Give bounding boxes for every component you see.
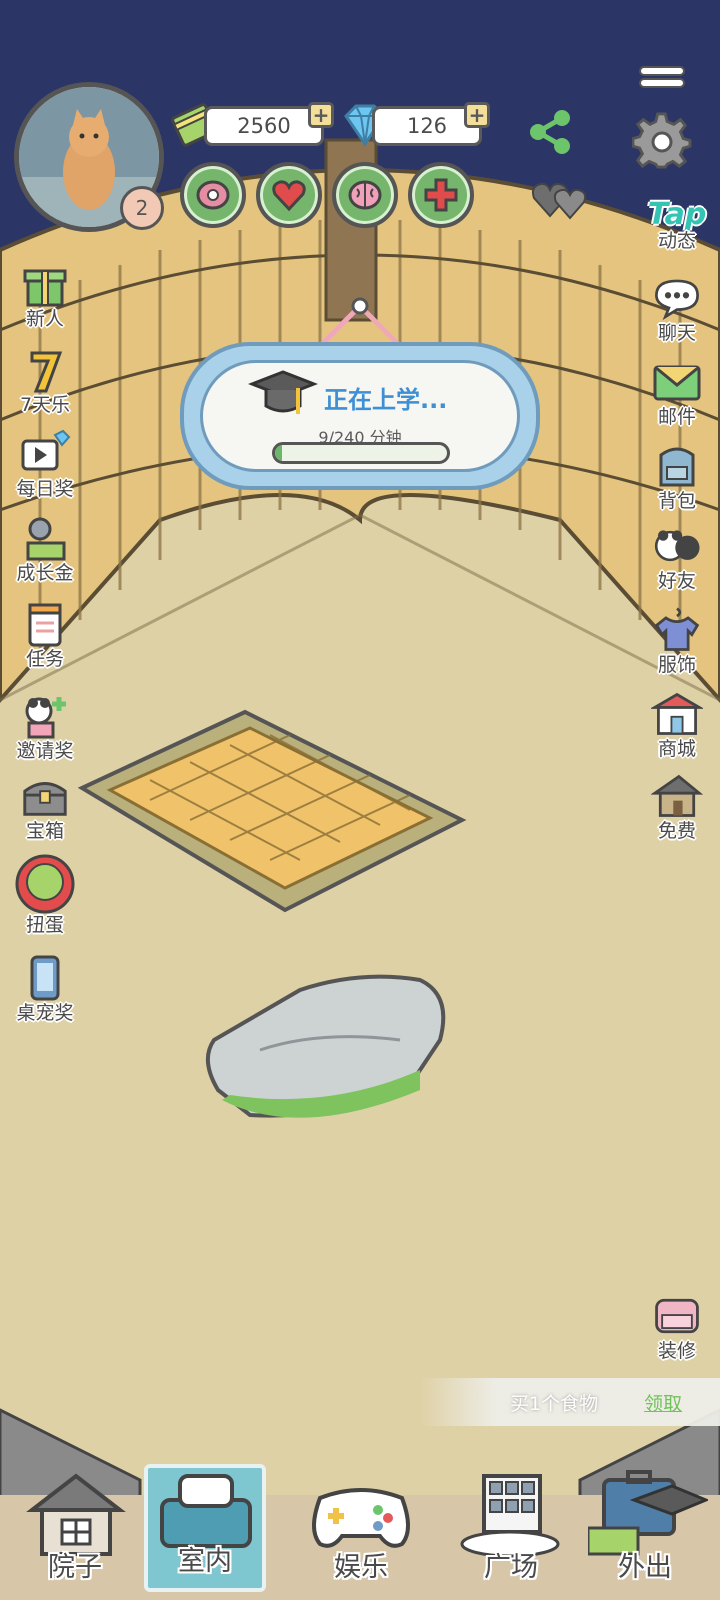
daily-reward-label: 每日奖 — [16, 478, 74, 500]
backpack-button[interactable]: 背包 — [640, 440, 714, 512]
seven-days-icon — [19, 344, 71, 396]
clothing-icon — [651, 604, 703, 656]
daily-reward-button[interactable]: 每日奖 — [8, 428, 82, 500]
growth-fund-label: 成长金 — [16, 562, 74, 584]
shop-icon — [651, 688, 703, 740]
task-clipboard-icon — [19, 598, 71, 650]
nav-indoor[interactable]: 室内 — [140, 1464, 270, 1594]
gacha-label: 扭蛋 — [25, 914, 64, 936]
money-value: 2560 — [237, 114, 291, 138]
nav-entertainment[interactable]: 娱乐 — [296, 1470, 426, 1600]
mail-label: 邮件 — [657, 406, 696, 428]
nav-plaza[interactable]: 广场 — [446, 1470, 576, 1600]
level-badge: 2 — [120, 186, 164, 230]
invite-reward-button[interactable]: 邀请奖 — [8, 690, 82, 762]
mail-icon — [651, 356, 703, 408]
free-reward-label: 免费 — [657, 820, 696, 842]
desktop-pet-icon — [19, 952, 71, 1004]
chat-label: 聊天 — [657, 322, 696, 344]
reward-text: 买1个食物 — [510, 1392, 599, 1415]
nav-outing[interactable]: 外出 — [580, 1470, 710, 1600]
school-progress-bar — [272, 442, 450, 464]
money-display: 2560 — [204, 106, 324, 146]
newbie-gift-button[interactable]: 新人 — [8, 258, 82, 330]
gacha-icon — [13, 852, 77, 916]
gacha-button[interactable]: 扭蛋 — [8, 852, 82, 936]
gift-icon — [19, 258, 71, 310]
mood-stat-button[interactable] — [256, 162, 322, 228]
treasure-chest-label: 宝箱 — [25, 820, 64, 842]
intelligence-stat-button[interactable] — [332, 162, 398, 228]
nav-yard-label: 院子 — [48, 1552, 102, 1583]
room-scene — [0, 0, 720, 1600]
desktop-pet-label: 桌宠奖 — [16, 1002, 74, 1024]
growth-fund-icon — [19, 512, 71, 564]
add-money-button[interactable]: + — [308, 102, 334, 128]
level-number: 2 — [135, 196, 149, 220]
school-status-title: 正在上学... — [324, 386, 448, 414]
nav-yard[interactable]: 院子 — [10, 1470, 140, 1600]
couple-hearts-icon[interactable] — [530, 176, 590, 222]
mail-button[interactable]: 邮件 — [640, 356, 714, 428]
meat-icon — [196, 180, 230, 210]
school-status-banner[interactable]: 正在上学... 9/240 分钟 — [180, 342, 540, 490]
video-diamond-icon — [19, 428, 71, 480]
gamepad-icon — [312, 1488, 410, 1548]
invite-reward-icon — [19, 690, 71, 742]
backpack-label: 背包 — [657, 490, 696, 512]
menu-icon[interactable] — [638, 64, 686, 90]
brain-icon — [348, 180, 382, 210]
settings-gear-icon[interactable] — [631, 112, 692, 172]
food-stat-button[interactable] — [180, 162, 246, 228]
nav-plaza-label: 广场 — [484, 1552, 538, 1583]
share-icon[interactable] — [524, 104, 576, 160]
free-reward-button[interactable]: 免费 — [640, 770, 714, 842]
task-button[interactable]: 任务 — [8, 598, 82, 670]
chat-button[interactable]: 聊天 — [640, 272, 714, 344]
growth-fund-button[interactable]: 成长金 — [8, 512, 82, 584]
desktop-pet-button[interactable]: 桌宠奖 — [8, 952, 82, 1024]
nav-entertainment-label: 娱乐 — [334, 1552, 388, 1583]
free-house-icon — [651, 770, 703, 822]
bottom-nav: 院子 室内 娱乐 广场 外出 — [0, 1464, 720, 1600]
health-cross-icon — [424, 178, 458, 212]
school-progress-fill — [275, 445, 282, 461]
decor-label: 装修 — [657, 1340, 696, 1362]
tap-moments-icon: Tap — [648, 196, 707, 232]
decor-button[interactable]: 装修 — [640, 1290, 714, 1362]
friends-label: 好友 — [657, 570, 696, 592]
task-label: 任务 — [25, 648, 64, 670]
health-stat-button[interactable] — [408, 162, 474, 228]
diamond-value: 126 — [406, 114, 448, 138]
backpack-icon — [651, 440, 703, 492]
friends-icon — [651, 520, 703, 572]
claim-reward-link[interactable]: 领取 — [644, 1389, 682, 1416]
friends-button[interactable]: 好友 — [640, 520, 714, 592]
nav-outing-label: 外出 — [618, 1552, 672, 1583]
tap-logo-text: Tap — [647, 196, 707, 232]
food-reward-strip: 买1个食物 领取 — [420, 1378, 720, 1426]
add-diamond-button[interactable]: + — [464, 102, 490, 128]
heart-icon — [272, 180, 306, 212]
shop-button[interactable]: 商城 — [640, 688, 714, 760]
shop-label: 商城 — [657, 738, 696, 760]
treasure-chest-icon — [19, 770, 71, 822]
tap-moments-label: 动态 — [657, 230, 696, 252]
clothing-label: 服饰 — [657, 654, 696, 676]
clothing-button[interactable]: 服饰 — [640, 604, 714, 676]
newbie-gift-label: 新人 — [25, 308, 64, 330]
treasure-chest-button[interactable]: 宝箱 — [8, 770, 82, 842]
nav-indoor-label: 室内 — [178, 1546, 232, 1577]
seven-days-label: 7天乐 — [19, 394, 71, 416]
decor-sofa-icon — [651, 1290, 703, 1342]
graduation-cap-icon — [248, 370, 318, 414]
chat-bubble-icon — [651, 272, 703, 324]
tap-moments-button[interactable]: Tap 动态 — [640, 196, 714, 253]
seven-days-button[interactable]: 7天乐 — [8, 344, 82, 416]
invite-reward-label: 邀请奖 — [16, 740, 74, 762]
